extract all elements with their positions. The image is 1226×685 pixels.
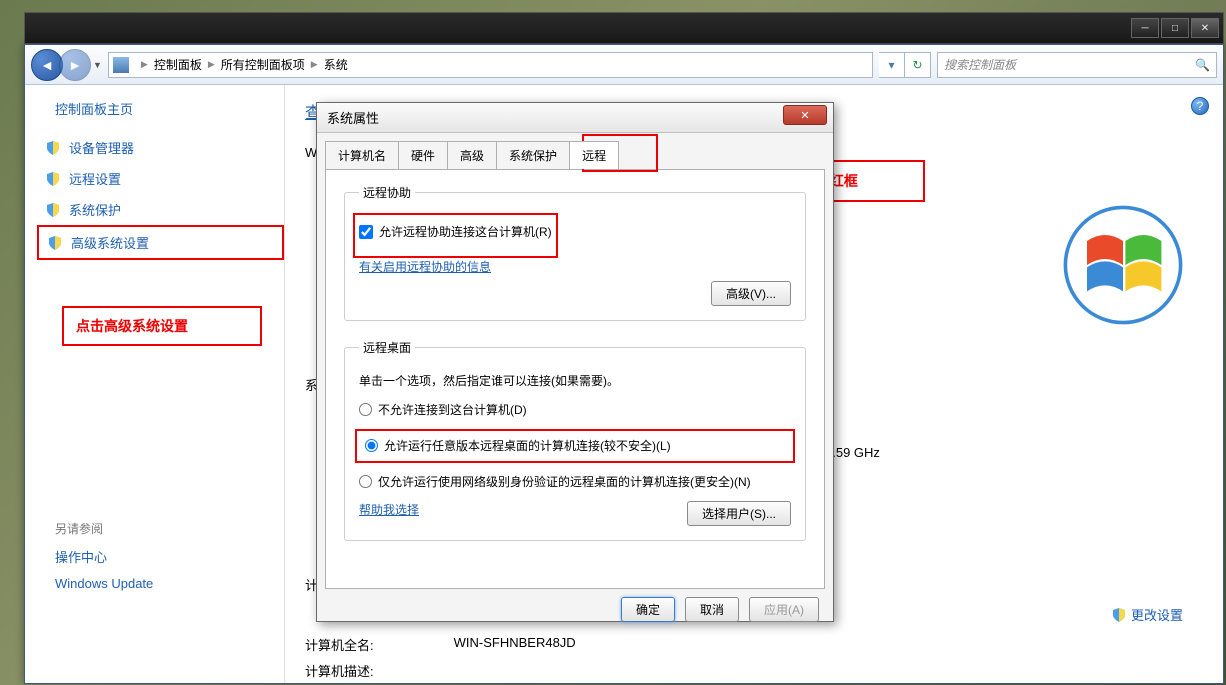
nav-history-dropdown[interactable]: ▼ [93,60,102,70]
control-panel-icon [113,57,129,73]
search-input[interactable]: 搜索控制面板 🔍 [937,52,1217,78]
tab-remote[interactable]: 远程 [569,141,619,169]
radio-allow-nla-only[interactable]: 仅允许运行使用网络级别身份验证的远程桌面的计算机连接(更安全)(N) [359,473,791,491]
sidebar-item-label: 设备管理器 [69,138,134,157]
sidebar-item-device-manager[interactable]: 设备管理器 [37,132,284,163]
shield-icon [45,202,61,218]
breadcrumb-item[interactable]: 系统 [324,56,348,73]
ok-button[interactable]: 确定 [621,597,675,622]
minimize-button[interactable]: ─ [1131,18,1159,38]
maximize-button[interactable]: □ [1161,18,1189,38]
shield-icon [47,235,63,251]
remote-assistance-group: 远程协助 允许远程协助连接这台计算机(R) 有关启用远程协助的信息 高级(V).… [344,184,806,321]
help-me-choose-link[interactable]: 帮助我选择 [359,501,419,518]
sidebar-item-remote-settings[interactable]: 远程设置 [37,163,284,194]
radio-allow-any-version[interactable]: 允许运行任意版本远程桌面的计算机连接(较不安全)(L) [365,437,785,455]
forward-button[interactable]: ► [59,49,91,81]
remote-assistance-info-link[interactable]: 有关启用远程协助的信息 [359,260,491,274]
breadcrumb-item[interactable]: 所有控制面板项 [221,56,305,73]
dialog-close-button[interactable]: ✕ [783,105,827,125]
shield-icon [45,140,61,156]
dialog-title: 系统属性 [327,108,379,127]
sidebar-title: 控制面板主页 [37,99,284,118]
radio-input[interactable] [359,403,372,416]
toolbar: ◄ ► ▼ ▶ 控制面板 ▶ 所有控制面板项 ▶ 系统 ▾ ↻ 搜索控制面板 🔍 [25,45,1223,85]
computer-name-value: WIN-SFHNBER48JD [454,635,576,654]
dialog-button-row: 确定 取消 应用(A) [317,597,833,634]
shield-icon [45,171,61,187]
sidebar: 控制面板主页 设备管理器 远程设置 系统保护 高级系统设置 另请参阅 操作中心 … [25,85,285,683]
cancel-button[interactable]: 取消 [685,597,739,622]
tab-advanced[interactable]: 高级 [447,141,497,169]
sidebar-link-windows-update[interactable]: Windows Update [55,576,284,591]
sidebar-link-action-center[interactable]: 操作中心 [55,547,284,566]
window-chrome: ─ □ ✕ [24,12,1224,44]
sidebar-item-advanced-system-settings[interactable]: 高级系统设置 [37,225,284,260]
tab-system-protection[interactable]: 系统保护 [496,141,570,169]
sidebar-item-system-protection[interactable]: 系统保护 [37,194,284,225]
system-properties-dialog: 系统属性 ✕ 计算机名 硬件 高级 系统保护 远程 远程协助 允许远程协助连接这… [316,102,834,622]
see-also-label: 另请参阅 [55,520,284,537]
checkbox-input[interactable] [359,225,373,239]
radio-input[interactable] [359,475,372,488]
remote-assistance-advanced-button[interactable]: 高级(V)... [711,281,791,306]
shield-icon [1111,607,1127,623]
remote-desktop-group: 远程桌面 单击一个选项，然后指定谁可以连接(如果需要)。 不允许连接到这台计算机… [344,339,806,541]
annotation-callout: 点击高级系统设置 [62,306,262,346]
search-icon: 🔍 [1195,58,1210,72]
allow-remote-assistance-checkbox[interactable]: 允许远程协助连接这台计算机(R) [359,223,552,240]
select-users-button[interactable]: 选择用户(S)... [687,501,791,526]
dialog-content: 远程协助 允许远程协助连接这台计算机(R) 有关启用远程协助的信息 高级(V).… [325,169,825,589]
dialog-tabs: 计算机名 硬件 高级 系统保护 远程 [317,133,833,169]
radio-dont-allow[interactable]: 不允许连接到这台计算机(D) [359,401,791,419]
dialog-title-bar[interactable]: 系统属性 ✕ [317,103,833,133]
group-legend: 远程桌面 [359,339,415,356]
tab-hardware[interactable]: 硬件 [398,141,448,169]
sidebar-item-label: 系统保护 [69,200,121,219]
radio-input[interactable] [365,439,378,452]
computer-name-label: 计算机全名: [305,635,374,654]
apply-button[interactable]: 应用(A) [749,597,819,622]
change-settings-link[interactable]: 更改设置 [1111,605,1183,624]
breadcrumb[interactable]: ▶ 控制面板 ▶ 所有控制面板项 ▶ 系统 [108,52,873,78]
computer-desc-label: 计算机描述: [305,661,374,680]
close-button[interactable]: ✕ [1191,18,1219,38]
breadcrumb-dropdown[interactable]: ▾ [879,52,905,78]
group-legend: 远程协助 [359,184,415,201]
refresh-button[interactable]: ↻ [905,52,931,78]
sidebar-item-label: 高级系统设置 [71,233,149,252]
breadcrumb-item[interactable]: 控制面板 [154,56,202,73]
tab-computer-name[interactable]: 计算机名 [325,141,399,169]
windows-logo-icon [1063,205,1183,325]
sidebar-item-label: 远程设置 [69,169,121,188]
remote-desktop-desc: 单击一个选项，然后指定谁可以连接(如果需要)。 [359,372,791,389]
